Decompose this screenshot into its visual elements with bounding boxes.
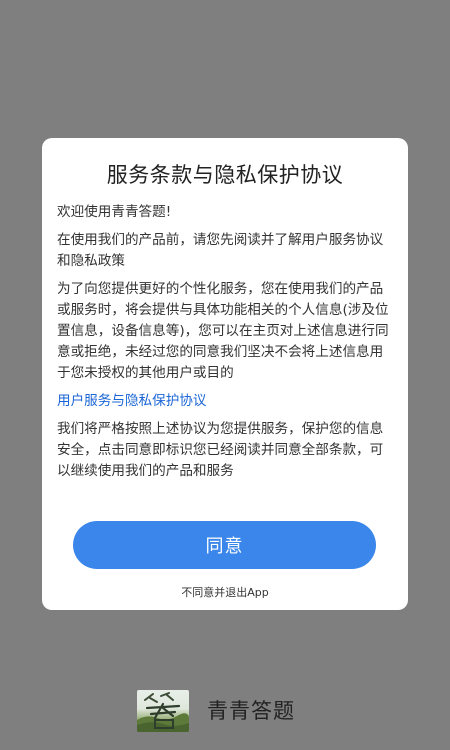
decline-and-exit-link[interactable]: 不同意并退出App [42,584,408,600]
app-brand: 青青答题 [137,690,295,732]
personal-info-text: 为了向您提供更好的个性化服务，您在使用我们的产品或服务时，将会提供与具体功能相关… [57,281,389,381]
agree-button[interactable]: 同意 [73,521,376,569]
qingqing-dati-logo-icon [137,690,189,732]
app-name: 青青答题 [207,699,295,723]
welcome-text: 欢迎使用青青答题! [57,204,172,220]
policy-link[interactable]: 用户服务与隐私保护协议 [57,391,396,412]
agreement-content: 欢迎使用青青答题! 在使用我们的产品前，请您先阅读并了解用户服务协议和隐私政策 … [57,202,396,489]
read-notice-text: 在使用我们的产品前，请您先阅读并了解用户服务协议和隐私政策 [57,232,384,269]
dialog-title: 服务条款与隐私保护协议 [106,163,344,187]
privacy-agreement-dialog: 服务条款与隐私保护协议 欢迎使用青青答题! 在使用我们的产品前，请您先阅读并了解… [42,138,408,610]
closing-text: 我们将严格按照上述协议为您提供服务，保护您的信息安全，点击同意即标识您已经阅读并… [57,421,384,479]
